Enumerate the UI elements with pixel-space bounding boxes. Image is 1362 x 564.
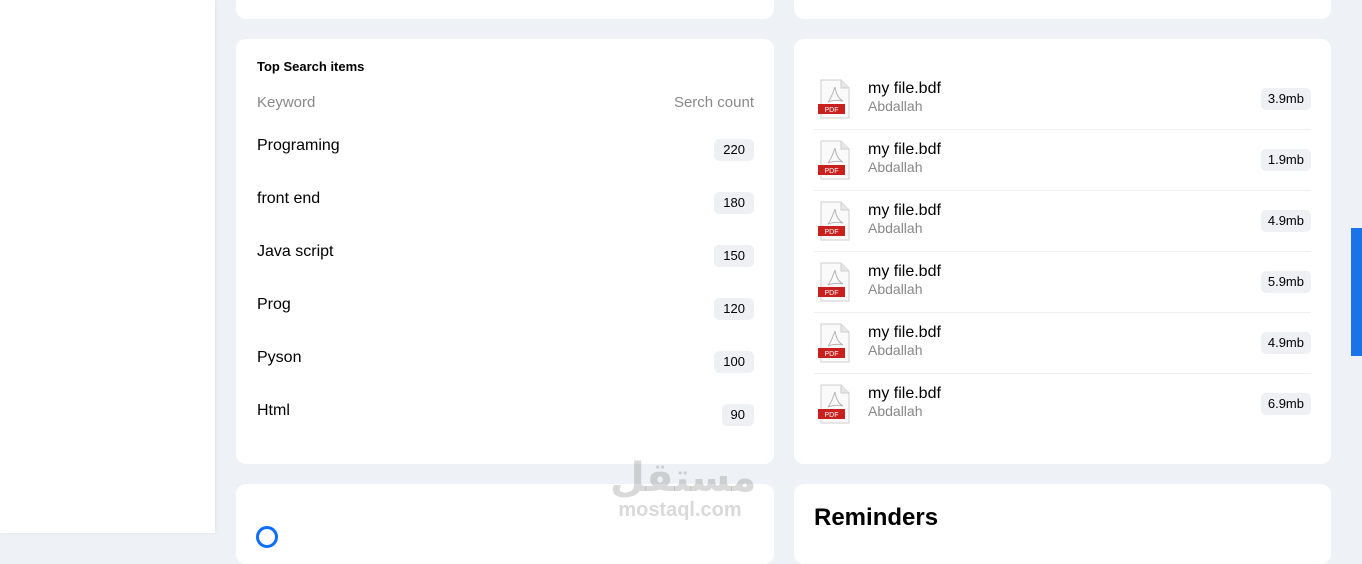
search-count-badge: 120 — [714, 298, 754, 320]
file-author: Abdallah — [868, 158, 923, 175]
search-count-badge: 150 — [714, 245, 754, 267]
file-name: my file.bdf — [868, 323, 941, 341]
top-search-items-card: Top Search items Keyword Serch count Pro… — [236, 39, 774, 464]
search-count-badge: 100 — [714, 351, 754, 373]
search-count-badge: 220 — [714, 139, 754, 161]
search-count-badge: 180 — [714, 192, 754, 214]
sidebar — [0, 0, 215, 533]
bottom-left-card — [236, 484, 774, 564]
file-name: my file.bdf — [868, 201, 941, 219]
file-name: my file.bdf — [868, 140, 941, 158]
file-item[interactable]: PDF my file.bdf Abdallah 1.9mb — [814, 130, 1311, 191]
pdf-file-icon: PDF — [818, 262, 850, 302]
file-author: Abdallah — [868, 219, 923, 236]
file-item[interactable]: PDF my file.bdf Abdallah 4.9mb — [814, 313, 1311, 374]
file-size-badge: 5.9mb — [1260, 271, 1311, 293]
file-name: my file.bdf — [868, 262, 941, 280]
pdf-file-icon: PDF — [818, 384, 850, 424]
search-keyword: Pyson — [257, 349, 302, 366]
search-keyword: Html — [257, 402, 290, 419]
circle-icon — [256, 526, 278, 548]
pdf-file-icon: PDF — [818, 140, 850, 180]
search-item-row: Programing 220 — [257, 128, 754, 181]
svg-text:PDF: PDF — [825, 168, 839, 175]
pdf-file-icon: PDF — [818, 79, 850, 119]
search-item-row: Pyson 100 — [257, 340, 754, 393]
search-count-badge: 90 — [721, 404, 754, 426]
scrollbar-thumb[interactable] — [1351, 228, 1362, 356]
file-size-badge: 4.9mb — [1260, 332, 1311, 354]
svg-text:PDF: PDF — [825, 412, 839, 419]
top-left-card — [236, 0, 774, 19]
search-item-row: Java script 150 — [257, 234, 754, 287]
file-name: my file.bdf — [868, 384, 941, 402]
search-keyword: Java script — [257, 243, 334, 260]
file-item[interactable]: PDF my file.bdf Abdallah 4.9mb — [814, 191, 1311, 252]
search-item-row: Html 90 — [257, 393, 754, 446]
search-keyword: front end — [257, 190, 321, 207]
svg-text:PDF: PDF — [825, 229, 839, 236]
svg-text:PDF: PDF — [825, 290, 839, 297]
search-item-row: Prog 120 — [257, 287, 754, 340]
search-items-list: Programing 220 front end 180 Java script… — [257, 128, 754, 446]
reminders-title: Reminders — [814, 504, 939, 531]
latest-files-card: PDF my file.bdf Abdallah 3.9mb PDF my fi… — [794, 39, 1331, 464]
pdf-file-icon: PDF — [818, 201, 850, 241]
top-right-card — [794, 0, 1331, 19]
search-keyword: Prog — [257, 296, 291, 313]
svg-text:PDF: PDF — [825, 351, 839, 358]
file-author: Abdallah — [868, 97, 923, 114]
file-author: Abdallah — [868, 402, 923, 419]
file-author: Abdallah — [868, 280, 923, 297]
file-list: PDF my file.bdf Abdallah 3.9mb PDF my fi… — [814, 69, 1311, 434]
file-size-badge: 3.9mb — [1260, 88, 1311, 110]
file-size-badge: 6.9mb — [1260, 393, 1311, 415]
file-size-badge: 1.9mb — [1260, 149, 1311, 171]
search-keyword: Programing — [257, 137, 340, 154]
search-item-row: front end 180 — [257, 181, 754, 234]
file-size-badge: 4.9mb — [1260, 210, 1311, 232]
file-item[interactable]: PDF my file.bdf Abdallah 5.9mb — [814, 252, 1311, 313]
file-item[interactable]: PDF my file.bdf Abdallah 3.9mb — [814, 69, 1311, 130]
file-name: my file.bdf — [868, 79, 941, 97]
file-item[interactable]: PDF my file.bdf Abdallah 6.9mb — [814, 374, 1311, 434]
table-header: Keyword Serch count — [257, 94, 754, 111]
svg-text:PDF: PDF — [825, 107, 839, 114]
reminders-card: Reminders — [794, 484, 1331, 564]
search-count-column-header: Serch count — [673, 94, 754, 111]
card-title: Top Search items — [257, 59, 365, 74]
pdf-file-icon: PDF — [818, 323, 850, 363]
file-author: Abdallah — [868, 341, 923, 358]
keyword-column-header: Keyword — [257, 94, 316, 111]
